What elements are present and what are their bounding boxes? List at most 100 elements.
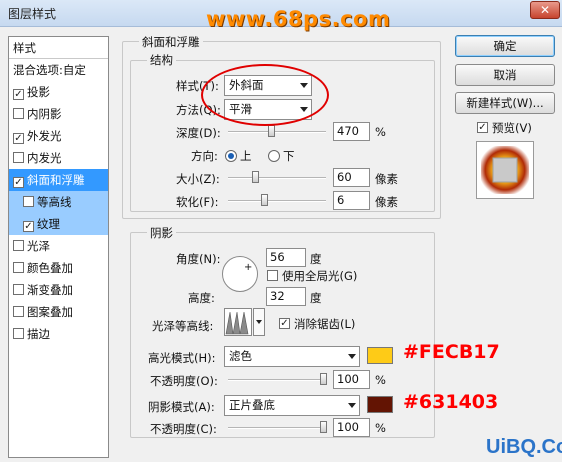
ok-button[interactable]: 确定 — [455, 35, 555, 57]
style-checkbox[interactable]: ✓ — [13, 89, 24, 100]
highlight-mode-select[interactable]: 滤色 — [224, 346, 360, 367]
highlight-opacity-input[interactable]: 100 — [333, 370, 370, 389]
angle-unit: 度 — [310, 252, 322, 266]
style-checkbox[interactable]: ✓ — [13, 177, 24, 188]
style-list-item[interactable]: 描边 — [9, 323, 108, 345]
gloss-contour-dropdown[interactable] — [253, 308, 265, 336]
style-checkbox[interactable] — [13, 262, 24, 273]
style-checkbox[interactable] — [13, 328, 24, 339]
style-list-item-label: 外发光 — [27, 129, 62, 143]
styles-list: 样式 混合选项:自定 ✓ 投影 内阴影 ✓ 外发光 内发光 ✓ 斜面和浮雕 等高线 ✓ 纹理 光泽 颜色叠… — [8, 36, 109, 458]
cancel-button[interactable]: 取消 — [455, 64, 555, 86]
style-list-item[interactable]: 等高线 — [9, 191, 108, 213]
style-list-item-label: 投影 — [27, 85, 50, 99]
preview-image-icon — [481, 146, 529, 194]
direction-up-radio[interactable] — [225, 150, 237, 162]
soften-unit: 像素 — [375, 195, 398, 209]
altitude-unit: 度 — [310, 291, 322, 305]
style-checkbox[interactable]: ✓ — [23, 221, 34, 232]
style-list-item-label: 颜色叠加 — [27, 261, 73, 275]
shadow-opacity-label: 不透明度(C): — [150, 422, 217, 436]
size-label: 大小(Z): — [176, 172, 220, 186]
size-input[interactable]: 60 — [333, 168, 370, 187]
style-checkbox[interactable] — [13, 306, 24, 317]
highlight-color-swatch[interactable] — [367, 347, 393, 364]
style-list-item-label: 图案叠加 — [27, 305, 73, 319]
style-list-item-label: 纹理 — [37, 217, 60, 231]
soften-slider-thumb[interactable] — [261, 194, 268, 206]
depth-unit: % — [375, 125, 386, 139]
chevron-down-icon — [256, 320, 262, 324]
depth-slider[interactable] — [228, 131, 326, 133]
style-list-item-label: 混合选项:自定 — [13, 63, 86, 77]
style-list-item[interactable]: ✓ 外发光 — [9, 125, 108, 147]
size-slider-thumb[interactable] — [252, 171, 259, 183]
chevron-down-icon — [348, 403, 356, 408]
style-list-item-label: 内发光 — [27, 151, 62, 165]
window-title: 图层样式 — [8, 7, 57, 21]
anti-alias-checkbox[interactable]: ✓ — [279, 318, 290, 329]
style-list-item[interactable]: 混合选项:自定 — [9, 59, 108, 81]
style-list-item[interactable]: ✓ 纹理 — [9, 213, 108, 235]
style-preview-thumbnail — [476, 141, 534, 199]
highlight-opacity-thumb[interactable] — [320, 373, 327, 385]
size-unit: 像素 — [375, 172, 398, 186]
anti-alias-label: 消除锯齿(L) — [294, 317, 356, 331]
size-slider[interactable] — [228, 177, 326, 179]
shadow-opacity-input[interactable]: 100 — [333, 418, 370, 437]
altitude-label: 高度: — [188, 291, 215, 305]
direction-up-label: 上 — [240, 149, 252, 163]
style-checkbox[interactable] — [13, 152, 24, 163]
depth-input[interactable]: 470 — [333, 122, 370, 141]
style-list-item[interactable]: 光泽 — [9, 235, 108, 257]
structure-title: 结构 — [147, 52, 176, 68]
preview-label: 预览(V) — [492, 121, 532, 135]
style-list-item[interactable]: 渐变叠加 — [9, 279, 108, 301]
soften-label: 软化(F): — [176, 195, 219, 209]
direction-down-label: 下 — [283, 149, 295, 163]
style-list-item[interactable]: ✓ 斜面和浮雕 — [9, 169, 108, 191]
shadow-opacity-slider[interactable] — [228, 427, 326, 429]
highlight-mode-label: 高光模式(H): — [148, 351, 216, 365]
bevel-emboss-title: 斜面和浮雕 — [139, 34, 203, 50]
angle-dial[interactable]: + — [222, 256, 258, 292]
style-checkbox[interactable] — [13, 240, 24, 251]
style-list-item-label: 光泽 — [27, 239, 50, 253]
altitude-input[interactable]: 32 — [266, 287, 306, 306]
depth-slider-thumb[interactable] — [268, 125, 275, 137]
global-light-label: 使用全局光(G) — [282, 269, 358, 283]
style-list-item[interactable]: 内发光 — [9, 147, 108, 169]
global-light-checkbox[interactable] — [267, 270, 278, 281]
shadow-mode-label: 阴影模式(A): — [148, 400, 215, 414]
shadow-opacity-thumb[interactable] — [320, 421, 327, 433]
style-list-item[interactable]: 内阴影 — [9, 103, 108, 125]
watermark-bottom: UiBQ.CoM — [486, 436, 562, 458]
shadow-color-swatch[interactable] — [367, 396, 393, 413]
angle-input[interactable]: 56 — [266, 248, 306, 267]
new-style-button[interactable]: 新建样式(W)... — [455, 92, 555, 114]
soften-input[interactable]: 6 — [333, 191, 370, 210]
style-list-item[interactable]: 颜色叠加 — [9, 257, 108, 279]
gloss-contour-label: 光泽等高线: — [152, 319, 214, 333]
gloss-contour-preview[interactable] — [224, 308, 252, 336]
shadow-mode-select[interactable]: 正片叠底 — [224, 395, 360, 416]
highlight-opacity-unit: % — [375, 373, 386, 387]
highlight-opacity-slider[interactable] — [228, 379, 326, 381]
depth-label: 深度(D): — [176, 126, 221, 140]
highlight-color-annotation: #FECB17 — [403, 341, 500, 363]
direction-down-radio[interactable] — [268, 150, 280, 162]
style-checkbox[interactable] — [13, 284, 24, 295]
style-checkbox[interactable] — [23, 196, 34, 207]
style-checkbox[interactable] — [13, 108, 24, 119]
style-list-item[interactable]: ✓ 投影 — [9, 81, 108, 103]
shadow-color-annotation: #631403 — [403, 391, 499, 413]
styles-list-header[interactable]: 样式 — [9, 37, 108, 59]
watermark-text: www.68ps.com — [206, 7, 391, 31]
preview-checkbox[interactable]: ✓ — [477, 122, 488, 133]
close-button[interactable]: ✕ — [530, 1, 560, 19]
style-list-item-label: 描边 — [27, 327, 50, 341]
soften-slider[interactable] — [228, 200, 326, 202]
style-checkbox[interactable]: ✓ — [13, 133, 24, 144]
shadow-opacity-unit: % — [375, 421, 386, 435]
style-list-item[interactable]: 图案叠加 — [9, 301, 108, 323]
